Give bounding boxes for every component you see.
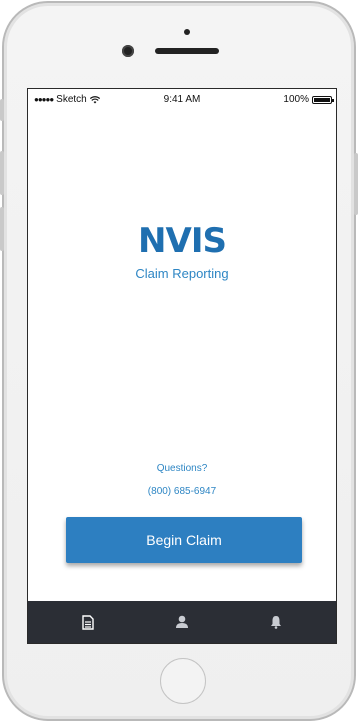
support-phone-link[interactable]: (800) 685-6947	[28, 486, 336, 497]
volume-down-button	[0, 207, 4, 251]
tab-profile[interactable]	[170, 610, 194, 634]
tab-bar	[28, 601, 336, 643]
volume-up-button	[0, 151, 4, 195]
status-right: 100%	[283, 94, 334, 105]
tab-notifications[interactable]	[264, 610, 288, 634]
phone-screen: ●●●●● Sketch 9:41 AM 100% NVIS Claim Rep…	[27, 88, 337, 644]
document-icon	[82, 614, 94, 630]
earpiece-speaker	[155, 48, 219, 54]
brand-subtitle: Claim Reporting	[135, 266, 229, 281]
questions-label: Questions?	[156, 463, 208, 474]
mute-switch	[0, 99, 4, 121]
tab-claims[interactable]	[76, 610, 100, 634]
brand-logo: NVIS	[138, 221, 227, 261]
battery-icon	[312, 95, 334, 104]
bell-icon	[271, 616, 281, 629]
proximity-sensor	[184, 29, 190, 35]
power-button	[354, 153, 358, 215]
battery-percent: 100%	[283, 94, 309, 105]
profile-icon	[176, 615, 188, 628]
status-bar: ●●●●● Sketch 9:41 AM 100%	[28, 89, 336, 109]
home-button[interactable]	[160, 658, 206, 704]
begin-claim-button[interactable]: Begin Claim	[66, 517, 302, 563]
front-camera	[122, 45, 134, 57]
